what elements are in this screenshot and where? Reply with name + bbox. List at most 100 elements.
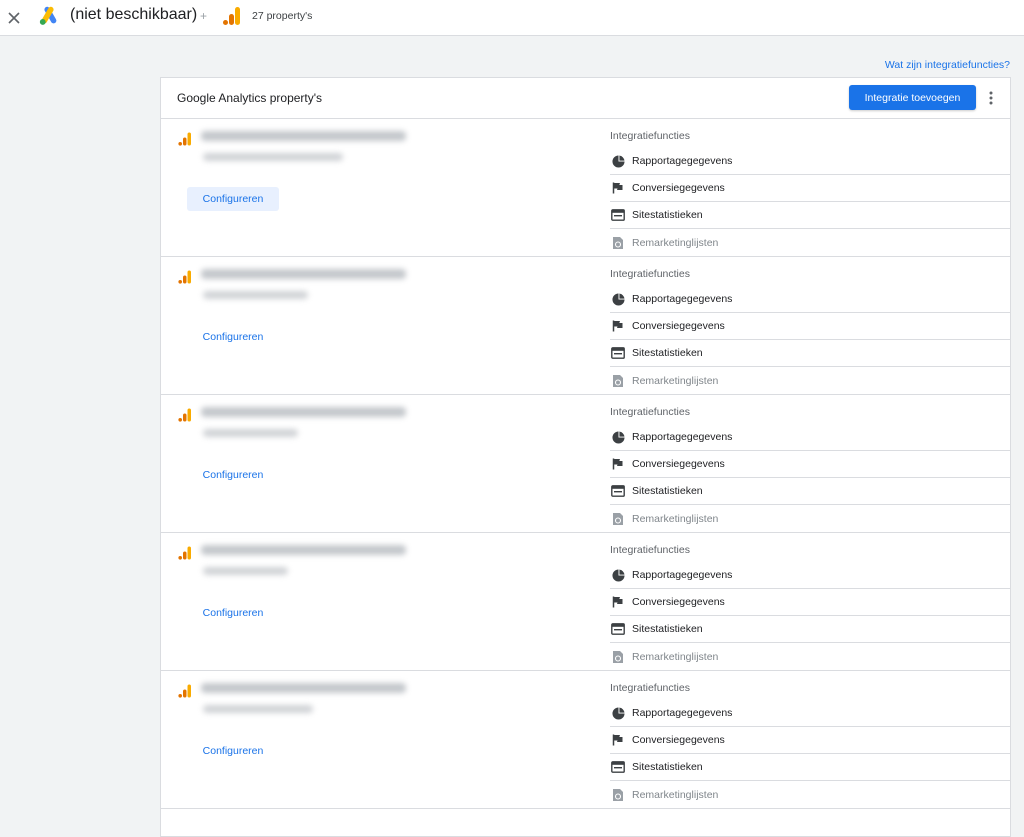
feature-reporting: Rapportagegegevens	[610, 148, 1010, 175]
top-bar: (niet beschikbaar) + 27 property's	[0, 0, 1024, 36]
card-header: Google Analytics property's Integratie t…	[161, 78, 1010, 119]
feature-label: Rapportagegegevens	[632, 707, 733, 719]
ga-properties-card: Google Analytics property's Integratie t…	[160, 77, 1011, 837]
feature-site-stats: Sitestatistieken	[610, 616, 1010, 643]
feature-reporting: Rapportagegegevens	[610, 562, 1010, 589]
feature-label: Conversiegegevens	[632, 320, 725, 332]
property-row: Configureren Integratiefuncties Rapporta…	[161, 257, 1010, 395]
feature-site-stats: Sitestatistieken	[610, 340, 1010, 367]
blurred-property-id	[203, 429, 298, 437]
feature-label: Rapportagegegevens	[632, 569, 733, 581]
google-analytics-icon	[178, 684, 191, 698]
property-row: Configureren Integratiefuncties Rapporta…	[161, 533, 1010, 671]
more-vert-icon	[989, 91, 993, 105]
feature-remarketing: Remarketinglijsten	[610, 229, 1010, 256]
feature-label: Sitestatistieken	[632, 209, 703, 221]
feature-site-stats: Sitestatistieken	[610, 478, 1010, 505]
close-icon	[8, 12, 20, 24]
features-heading: Integratiefuncties	[610, 268, 690, 280]
google-analytics-logo-icon	[223, 7, 240, 25]
web-icon	[611, 347, 625, 359]
property-row: Configureren Integratiefuncties Rapporta…	[161, 671, 1010, 809]
blurred-property-name	[201, 545, 406, 555]
more-options-button[interactable]	[983, 88, 999, 108]
feature-remarketing: Remarketinglijsten	[610, 643, 1010, 670]
feature-label: Conversiegegevens	[632, 458, 725, 470]
integration-features-help-link[interactable]: Wat zijn integratiefuncties?	[885, 59, 1010, 71]
plus-separator: +	[200, 9, 208, 23]
feature-conversions: Conversiegegevens	[610, 589, 1010, 616]
google-analytics-icon	[178, 408, 191, 422]
pie-chart-icon	[611, 154, 625, 168]
blurred-property-name	[201, 269, 406, 279]
feature-conversions: Conversiegegevens	[610, 175, 1010, 202]
feature-label: Remarketinglijsten	[632, 374, 719, 387]
feature-label: Sitestatistieken	[632, 485, 703, 497]
blurred-property-name	[201, 407, 406, 417]
flag-icon	[612, 182, 623, 194]
feature-label: Sitestatistieken	[632, 623, 703, 635]
features-heading: Integratiefuncties	[610, 406, 690, 418]
feature-remarketing: Remarketinglijsten	[610, 781, 1010, 808]
feature-label: Rapportagegegevens	[632, 431, 733, 443]
feature-label: Sitestatistieken	[632, 347, 703, 359]
close-button[interactable]	[0, 4, 28, 32]
remarketing-icon	[613, 788, 623, 801]
property-row: Configureren Integratiefuncties Rapporta…	[161, 395, 1010, 533]
configure-button[interactable]: Configureren	[187, 739, 279, 763]
feature-conversions: Conversiegegevens	[610, 451, 1010, 478]
web-icon	[611, 623, 625, 635]
google-analytics-icon	[178, 546, 191, 560]
blurred-property-id	[203, 291, 308, 299]
configure-button[interactable]: Configureren	[187, 601, 279, 625]
configure-button[interactable]: Configureren	[187, 187, 279, 211]
web-icon	[611, 209, 625, 221]
pie-chart-icon	[611, 568, 625, 582]
feature-label: Remarketinglijsten	[632, 236, 719, 249]
flag-icon	[612, 596, 623, 608]
feature-label: Remarketinglijsten	[632, 650, 719, 663]
configure-button[interactable]: Configureren	[187, 463, 279, 487]
pie-chart-icon	[611, 430, 625, 444]
google-analytics-icon	[178, 270, 191, 284]
account-title: (niet beschikbaar)	[70, 6, 198, 23]
feature-reporting: Rapportagegegevens	[610, 286, 1010, 313]
features-heading: Integratiefuncties	[610, 682, 690, 694]
feature-reporting: Rapportagegegevens	[610, 700, 1010, 727]
flag-icon	[612, 458, 623, 470]
feature-label: Conversiegegevens	[632, 182, 725, 194]
pie-chart-icon	[611, 706, 625, 720]
remarketing-icon	[613, 236, 623, 249]
features-heading: Integratiefuncties	[610, 130, 690, 142]
remarketing-icon	[613, 374, 623, 387]
property-row: Configureren Integratiefuncties Rapporta…	[161, 119, 1010, 257]
feature-label: Rapportagegegevens	[632, 155, 733, 167]
feature-reporting: Rapportagegegevens	[610, 424, 1010, 451]
google-ads-logo-icon	[39, 6, 57, 25]
feature-conversions: Conversiegegevens	[610, 313, 1010, 340]
web-icon	[611, 761, 625, 773]
feature-remarketing: Remarketinglijsten	[610, 367, 1010, 394]
web-icon	[611, 485, 625, 497]
feature-remarketing: Remarketinglijsten	[610, 505, 1010, 532]
blurred-property-id	[203, 705, 313, 713]
configure-button[interactable]: Configureren	[187, 325, 279, 349]
card-title: Google Analytics property's	[177, 91, 323, 105]
feature-label: Conversiegegevens	[632, 734, 725, 746]
blurred-property-id	[203, 153, 343, 161]
feature-conversions: Conversiegegevens	[610, 727, 1010, 754]
feature-label: Conversiegegevens	[632, 596, 725, 608]
feature-label: Remarketinglijsten	[632, 512, 719, 525]
blurred-property-id	[203, 567, 288, 575]
blurred-property-name	[201, 131, 406, 141]
pie-chart-icon	[611, 292, 625, 306]
feature-label: Sitestatistieken	[632, 761, 703, 773]
blurred-property-name	[201, 683, 406, 693]
feature-site-stats: Sitestatistieken	[610, 202, 1010, 229]
feature-label: Remarketinglijsten	[632, 788, 719, 801]
remarketing-icon	[613, 512, 623, 525]
feature-label: Rapportagegegevens	[632, 293, 733, 305]
add-integration-button[interactable]: Integratie toevoegen	[849, 85, 976, 110]
google-analytics-icon	[178, 132, 191, 146]
property-count: 27 property's	[252, 10, 313, 22]
